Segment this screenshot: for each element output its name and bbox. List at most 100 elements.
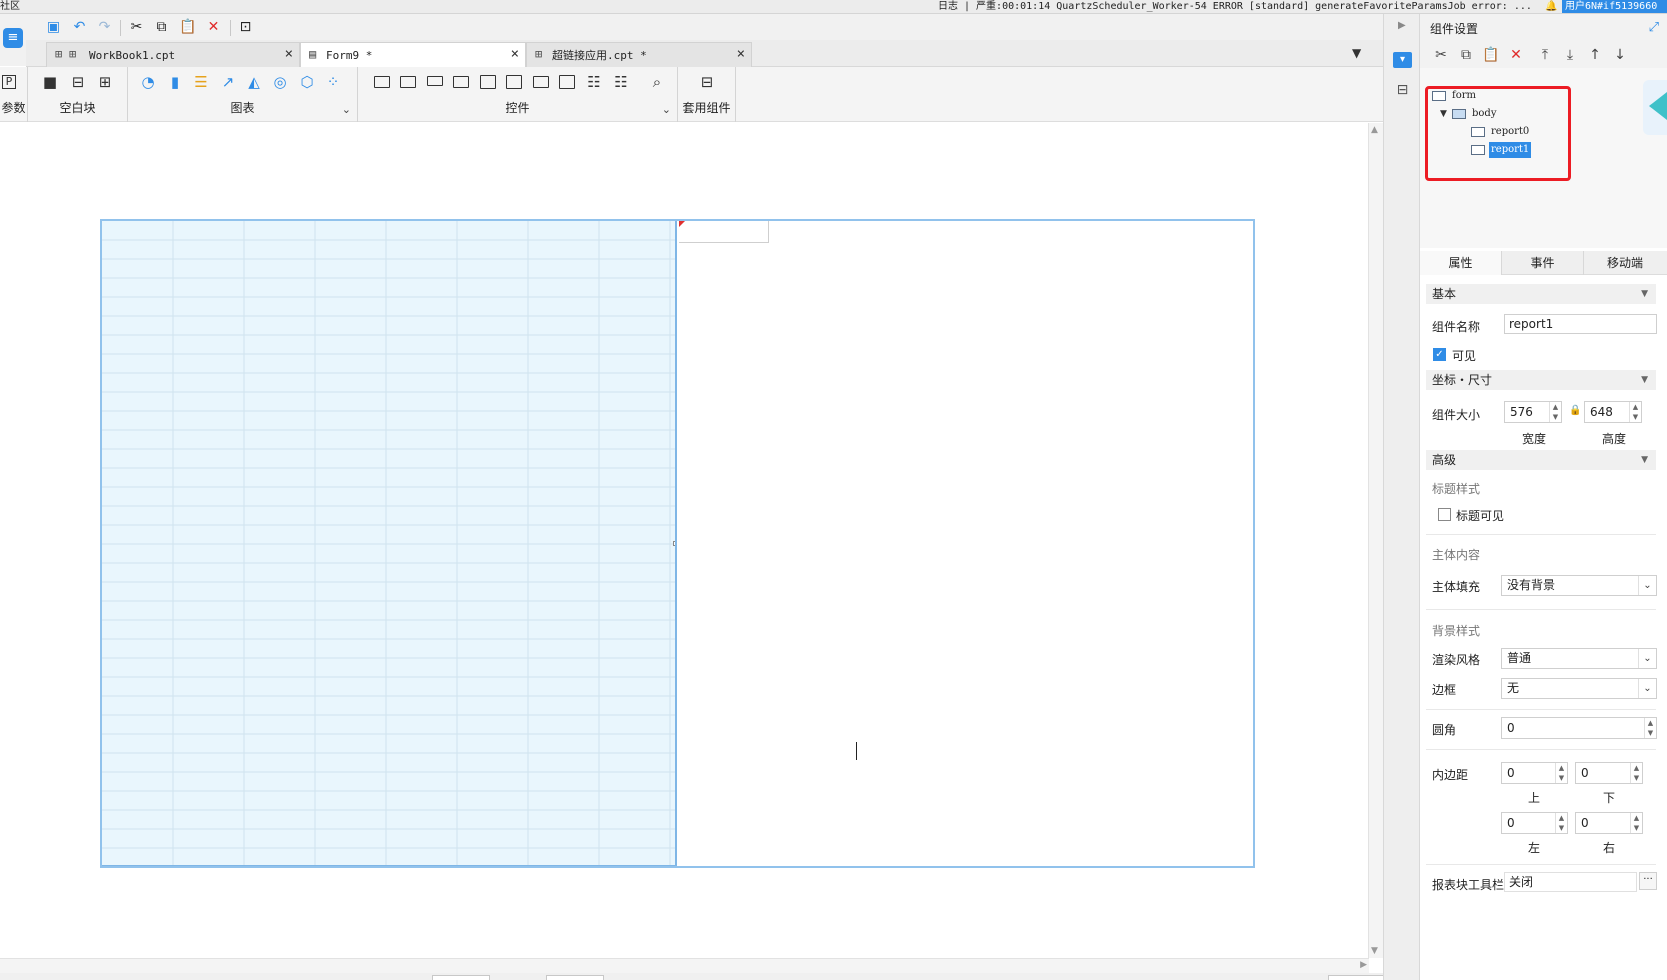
user-account[interactable]: 用户6N#if5139660 bbox=[1562, 0, 1667, 13]
checkbox-widget-icon[interactable] bbox=[480, 75, 496, 89]
copy-icon[interactable]: ⧉ bbox=[153, 19, 170, 36]
lock-icon[interactable]: 🔒 bbox=[1569, 405, 1581, 416]
button-widget-icon[interactable] bbox=[374, 76, 390, 88]
community-link[interactable]: 社区 bbox=[0, 0, 20, 13]
stepper-arrows-icon[interactable]: ▲ ▼ bbox=[1629, 402, 1641, 422]
vertical-scrollbar[interactable]: ▲ ▼ bbox=[1368, 123, 1383, 958]
height-stepper[interactable]: 648 ▲ ▼ bbox=[1584, 401, 1642, 423]
main-menu-button[interactable]: ≡ bbox=[0, 22, 26, 66]
save-icon[interactable]: ▣ bbox=[45, 19, 62, 36]
pin-icon[interactable]: ⤢ bbox=[1649, 20, 1659, 35]
horizontal-scrollbar[interactable]: ▶ bbox=[0, 958, 1369, 973]
cut-icon[interactable]: ✂ bbox=[1432, 46, 1450, 64]
move-down-icon[interactable]: ↓ bbox=[1611, 46, 1629, 64]
side-flyout-tab[interactable] bbox=[1643, 80, 1667, 135]
search-widget-icon[interactable]: ⌕ bbox=[647, 73, 667, 91]
section-coords[interactable]: 坐标・尺寸 ▼ bbox=[1426, 370, 1656, 390]
stepper-arrows-icon[interactable]: ▲ ▼ bbox=[1630, 813, 1642, 833]
zoom-readout[interactable] bbox=[1328, 975, 1383, 980]
tab-hyperlink-app[interactable]: ⊞ 超链接应用.cpt * × bbox=[526, 42, 752, 67]
paste-icon[interactable]: 📋 bbox=[1482, 46, 1500, 64]
preview-icon[interactable]: ⊡ bbox=[237, 19, 254, 36]
bar-chart-icon[interactable]: ▮ bbox=[165, 73, 185, 91]
undo-icon[interactable]: ↶ bbox=[71, 19, 88, 36]
component-settings-icon[interactable]: ▾ bbox=[1393, 52, 1412, 68]
padding-bottom-stepper[interactable]: 0 ▲ ▼ bbox=[1575, 762, 1643, 784]
chevron-up-icon[interactable]: ▲ bbox=[1371, 125, 1378, 135]
horizontal-bar-icon[interactable]: ☰ bbox=[191, 73, 211, 91]
chevron-down-icon[interactable]: ▼ bbox=[1371, 946, 1378, 956]
close-icon[interactable]: × bbox=[511, 43, 519, 66]
textarea-widget-icon[interactable] bbox=[559, 75, 575, 89]
padding-right-stepper[interactable]: 0 ▲ ▼ bbox=[1575, 812, 1643, 834]
delete-icon[interactable]: ✕ bbox=[205, 19, 222, 36]
padding-left-stepper[interactable]: 0 ▲ ▼ bbox=[1501, 812, 1568, 834]
width-stepper[interactable]: 576 ▲ ▼ bbox=[1504, 401, 1562, 423]
render-style-select[interactable]: 普通 ⌄ bbox=[1501, 648, 1657, 669]
date-widget-icon[interactable] bbox=[506, 75, 522, 89]
component-name-input[interactable]: report1 bbox=[1504, 314, 1657, 334]
radius-stepper[interactable]: 0 ▲ ▼ bbox=[1501, 717, 1657, 739]
report1-cell-a1[interactable] bbox=[679, 221, 769, 243]
paste-icon[interactable]: 📋 bbox=[179, 19, 196, 36]
stepper-arrows-icon[interactable]: ▲ ▼ bbox=[1555, 763, 1567, 783]
padding-top-stepper[interactable]: 0 ▲ ▼ bbox=[1501, 762, 1568, 784]
scatter-chart-icon[interactable]: ⁘ bbox=[323, 73, 343, 91]
more-options-icon[interactable]: ··· bbox=[1639, 872, 1657, 890]
toolbar-value-field[interactable]: 关闭 bbox=[1504, 872, 1637, 892]
delete-icon[interactable]: ✕ bbox=[1507, 46, 1525, 64]
label-widget-icon[interactable] bbox=[400, 76, 416, 88]
line-chart-icon[interactable]: ↗ bbox=[218, 73, 238, 91]
chevron-down-icon[interactable]: ⌄ bbox=[1638, 679, 1656, 698]
blank-block-icon[interactable]: ■ bbox=[40, 73, 60, 91]
close-icon[interactable]: × bbox=[737, 43, 745, 66]
chevron-down-icon[interactable]: ⌄ bbox=[1638, 649, 1656, 668]
tab-events[interactable]: 事件 bbox=[1502, 251, 1584, 275]
title-visible-checkbox[interactable] bbox=[1438, 508, 1451, 521]
chevron-down-icon[interactable]: ⌄ bbox=[342, 103, 351, 116]
copy-icon[interactable]: ⧉ bbox=[1457, 46, 1475, 64]
stepper-arrows-icon[interactable]: ▲ ▼ bbox=[1549, 402, 1561, 422]
pie-chart-icon[interactable]: ◔ bbox=[138, 73, 158, 91]
dropdown-widget-icon[interactable] bbox=[453, 76, 469, 88]
bell-icon[interactable]: 🔔 bbox=[1545, 0, 1557, 13]
tab-properties[interactable]: 属性 bbox=[1420, 251, 1502, 275]
stepper-arrows-icon[interactable]: ▲ ▼ bbox=[1555, 813, 1567, 833]
layout-icon[interactable]: ⊟ bbox=[1393, 82, 1412, 99]
cut-icon[interactable]: ✂ bbox=[128, 19, 145, 36]
chevron-right-icon[interactable]: ▶ bbox=[1398, 20, 1406, 31]
tab-workbook1[interactable]: ⊞ ⊞ WorkBook1.cpt × bbox=[46, 42, 300, 67]
chevron-right-icon[interactable]: ▶ bbox=[1360, 960, 1367, 970]
chevron-down-icon[interactable]: ⌄ bbox=[1638, 576, 1656, 595]
body-fill-select[interactable]: 没有背景 ⌄ bbox=[1501, 575, 1657, 596]
stepper-arrows-icon[interactable]: ▲ ▼ bbox=[1644, 718, 1656, 738]
border-select[interactable]: 无 ⌄ bbox=[1501, 678, 1657, 699]
move-up-icon[interactable]: ↑ bbox=[1586, 46, 1604, 64]
suite-component-icon[interactable]: ⊟ bbox=[697, 73, 717, 91]
number-widget-icon[interactable] bbox=[533, 76, 549, 88]
split-block-icon[interactable]: ⊟ bbox=[68, 73, 88, 91]
close-icon[interactable]: × bbox=[285, 43, 293, 66]
stepper-arrows-icon[interactable]: ▲ ▼ bbox=[1630, 763, 1642, 783]
report1-block[interactable] bbox=[679, 221, 1253, 866]
move-top-icon[interactable]: ⤒ bbox=[1536, 46, 1554, 64]
list-widget-icon[interactable]: ☷ bbox=[584, 73, 604, 91]
tab-form9[interactable]: ▤ Form9 * × bbox=[300, 42, 526, 68]
gauge-chart-icon[interactable]: ◎ bbox=[270, 73, 290, 91]
text-widget-icon[interactable] bbox=[427, 76, 443, 86]
param-icon[interactable]: P bbox=[2, 75, 16, 89]
tree-widget-icon[interactable]: ☷ bbox=[611, 73, 631, 91]
tab-list-icon[interactable]: ▼ bbox=[1352, 46, 1361, 60]
section-advanced[interactable]: 高级 ▼ bbox=[1426, 450, 1656, 470]
log-status-text[interactable]: 日志 | 严重:00:01:14 QuartzScheduler_Worker-… bbox=[938, 0, 1532, 13]
form-body[interactable] bbox=[100, 219, 1255, 868]
visible-checkbox[interactable]: ✓ bbox=[1433, 348, 1446, 361]
chevron-down-icon[interactable]: ⌄ bbox=[662, 103, 671, 116]
radar-chart-icon[interactable]: ⬡ bbox=[297, 73, 317, 91]
section-basic[interactable]: 基本 ▼ bbox=[1426, 284, 1656, 304]
redo-icon[interactable]: ↷ bbox=[96, 19, 113, 36]
move-bottom-icon[interactable]: ⤓ bbox=[1561, 46, 1579, 64]
tab-mobile[interactable]: 移动端 bbox=[1584, 251, 1666, 275]
area-chart-icon[interactable]: ◭ bbox=[244, 73, 264, 91]
resize-handle[interactable] bbox=[673, 541, 675, 546]
